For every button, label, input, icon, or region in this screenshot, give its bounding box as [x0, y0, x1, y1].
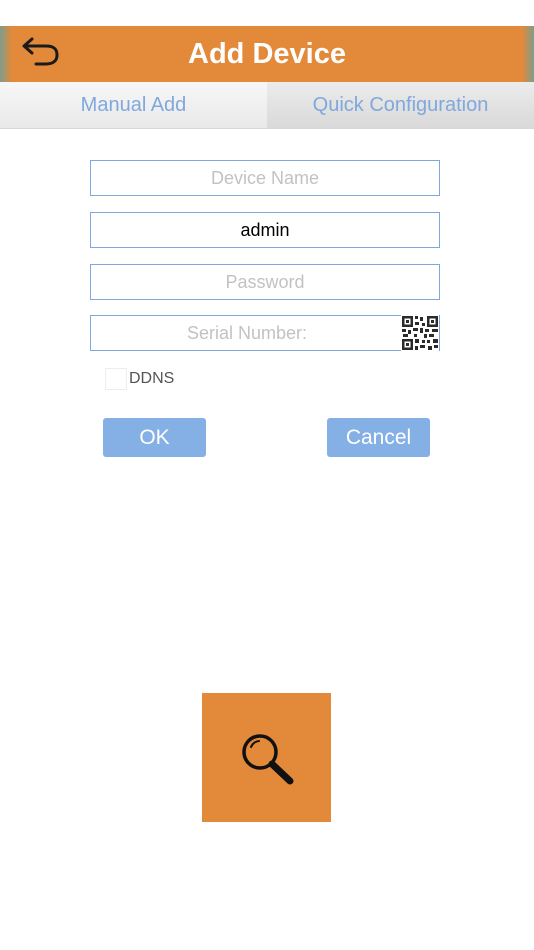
back-button[interactable] [16, 36, 62, 72]
cancel-button[interactable]: Cancel [327, 418, 430, 457]
password-input[interactable] [91, 265, 439, 299]
tab-quick-configuration[interactable]: Quick Configuration [267, 82, 534, 128]
device-name-field-box [90, 160, 440, 196]
tab-bar: Manual Add Quick Configuration [0, 82, 534, 129]
ddns-row: DDNS [105, 368, 174, 390]
qr-scan-button[interactable] [401, 315, 439, 351]
nav-bar: Add Device [0, 26, 534, 82]
magnifier-icon [242, 734, 294, 785]
page-title: Add Device [188, 38, 346, 70]
serial-number-input[interactable] [91, 316, 403, 350]
search-button[interactable] [202, 693, 331, 822]
ok-button[interactable]: OK [103, 418, 206, 457]
ddns-checkbox[interactable] [105, 368, 127, 390]
serial-field-box [90, 315, 440, 351]
qr-code-icon [401, 315, 439, 351]
username-field-box [90, 212, 440, 248]
ddns-label: DDNS [129, 370, 175, 387]
password-field-box [90, 264, 440, 300]
tab-manual-add[interactable]: Manual Add [0, 82, 267, 128]
status-bar [0, 0, 534, 26]
device-name-input[interactable] [91, 161, 439, 195]
back-arrow-icon [22, 37, 59, 66]
username-input[interactable] [91, 213, 439, 247]
